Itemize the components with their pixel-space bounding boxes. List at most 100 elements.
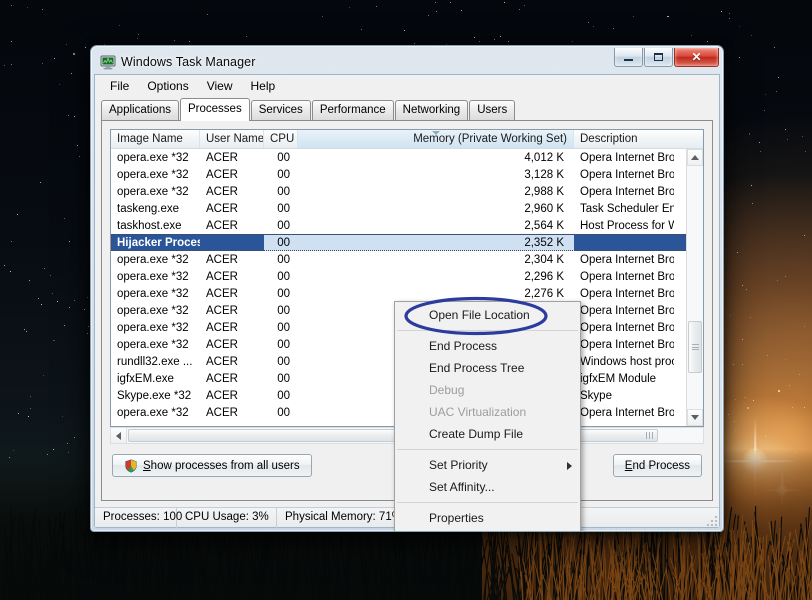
column-header-image[interactable]: Image Name [111,130,200,148]
cell-cpu: 00 [277,270,290,283]
task-manager-window[interactable]: Windows Task Manager ✕ File Options View He… [90,45,724,532]
cell-description: Opera Internet Brow [580,406,674,419]
column-header-label: Description [580,133,638,145]
menu-item-view[interactable]: View [198,77,242,95]
column-header-label: Image Name [117,133,183,145]
column-header-memory[interactable]: Memory (Private Working Set) [298,130,574,148]
context-menu-item-end-process[interactable]: End Process [395,335,580,357]
cell-image: taskeng.exe [117,202,180,215]
status-cpu-usage: CPU Usage: 3% [177,507,277,528]
menu-item-file[interactable]: File [101,77,138,95]
context-menu-item-properties[interactable]: Properties [395,507,580,529]
cell-image: opera.exe *32 [117,168,189,181]
cell-user: ACER [206,219,238,232]
context-menu-item-go-to-service-s[interactable]: Go to Service(s) [395,529,580,531]
tab-processes[interactable]: Processes [180,98,250,121]
context-menu-item-label: Properties [429,511,484,525]
process-list-header[interactable]: Image Name User Name CPU Memory (Private Wo… [111,130,703,149]
tab-services[interactable]: Services [250,100,311,120]
table-row[interactable]: taskhost.exe ACER 00 2,564 K Host Process fo… [111,217,703,234]
cell-cpu: 00 [277,372,290,385]
column-header-description[interactable]: Description [574,130,674,148]
cell-cpu: 00 [277,202,290,215]
cell-user: ACER [206,185,238,198]
context-menu-item-set-priority[interactable]: Set Priority [395,454,580,476]
close-button[interactable]: ✕ [674,48,719,67]
show-processes-from-all-users-button[interactable]: Show processes from all users [112,454,312,477]
close-icon: ✕ [691,50,702,64]
tab-performance[interactable]: Performance [311,100,394,120]
tab-strip[interactable]: Applications Processes Services Performance… [95,97,719,121]
cell-image: Skype.exe *32 [117,389,192,402]
h-scroll-thumb-grip [645,427,654,445]
cell-memory: 2,988 K [524,185,564,198]
cell-image: opera.exe *32 [117,270,189,283]
sort-descending-icon [431,131,440,135]
process-context-menu[interactable]: Open File Location End Process End Process… [394,301,581,531]
cell-description: Opera Internet Brow [580,304,674,317]
cell-description: Opera Internet Brow [580,253,674,266]
cell-cpu: 00 [277,151,290,164]
menu-item-help[interactable]: Help [242,77,285,95]
desktop-background: Windows Task Manager ✕ File Options View He… [0,0,812,600]
cell-user: ACER [206,406,238,419]
vertical-scroll-track[interactable] [687,166,703,409]
table-row[interactable]: opera.exe *32 ACER 00 4,012 K Opera Internet… [111,149,703,166]
tab-users[interactable]: Users [469,100,516,120]
table-row[interactable]: opera.exe *32 ACER 00 2,988 K Opera Internet… [111,183,703,200]
context-menu-item-label: Debug [429,383,465,397]
table-row[interactable]: opera.exe *32 ACER 00 2,276 K Opera Internet… [111,285,703,302]
tab-networking[interactable]: Networking [394,100,469,120]
submenu-arrow-icon [567,462,572,470]
context-menu-item-set-affinity[interactable]: Set Affinity... [395,476,580,498]
cell-user: ACER [206,253,238,266]
cell-user: ACER [206,389,238,402]
maximize-icon [654,53,663,61]
end-process-button[interactable]: End Process [612,454,702,477]
cell-memory: 2,296 K [524,270,564,283]
vertical-scroll-thumb[interactable] [688,321,702,373]
cell-image: igfxEM.exe [117,372,174,385]
context-menu-item-label: UAC Virtualization [429,405,527,419]
accel-letter: S [143,459,151,472]
column-header-user[interactable]: User Name [200,130,264,148]
resize-grip[interactable] [705,514,717,526]
table-row[interactable]: opera.exe *32 ACER 00 2,296 K Opera Internet… [111,268,703,285]
cell-memory: 2,564 K [524,219,564,232]
table-row[interactable]: opera.exe *32 ACER 00 3,128 K Opera Internet… [111,166,703,183]
menu-item-options[interactable]: Options [138,77,197,95]
cell-cpu: 00 [277,168,290,181]
scroll-up-button[interactable] [687,149,703,166]
menu-bar[interactable]: File Options View Help [95,75,719,97]
table-row[interactable]: taskeng.exe ACER 00 2,960 K Task Scheduler E… [111,200,703,217]
chevron-up-icon [691,155,699,160]
context-menu-item-label: Set Priority [429,458,488,472]
context-menu-item-label: End Process [429,339,498,353]
cell-user: ACER [206,151,238,164]
cell-image: opera.exe *32 [117,304,189,317]
context-menu-item-open-file-location[interactable]: Open File Location [395,304,580,326]
column-header-cpu[interactable]: CPU [264,130,298,148]
maximize-button[interactable] [644,48,673,67]
table-row-selected[interactable]: Hijacker Process 002,352 K [111,234,703,251]
window-controls[interactable]: ✕ [614,48,719,67]
column-header-label: CPU [270,133,295,145]
minimize-icon [624,58,633,61]
cell-cpu: 00 [277,304,290,317]
vertical-scrollbar[interactable] [686,149,703,426]
column-header-label: User Name [206,133,264,145]
tab-applications[interactable]: Applications [101,100,180,120]
minimize-button[interactable] [614,48,643,67]
scroll-down-button[interactable] [687,409,703,426]
cell-cpu: 00 [277,321,290,334]
context-menu-item-end-process-tree[interactable]: End Process Tree [395,357,580,379]
context-menu-item-create-dump-file[interactable]: Create Dump File [395,423,580,445]
scroll-left-button[interactable] [110,427,127,444]
cell-image: opera.exe *32 [117,406,189,419]
cell-image: opera.exe *32 [117,253,189,266]
window-title-bar[interactable]: Windows Task Manager ✕ [94,48,720,75]
cell-description: Opera Internet Brow [580,338,674,351]
cell-description: Opera Internet Brow [580,287,674,300]
table-row[interactable]: opera.exe *32 ACER 00 2,304 K Opera Internet… [111,251,703,268]
chevron-left-icon [116,431,121,440]
